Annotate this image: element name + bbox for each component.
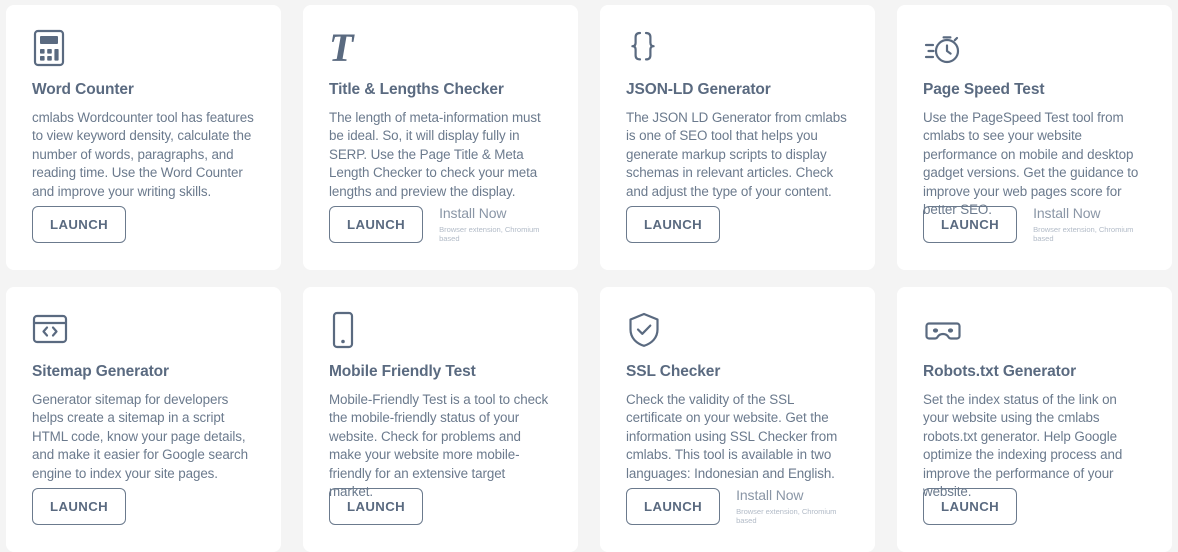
- tool-card-title-lengths-checker[interactable]: T Title & Lengths Checker The length of …: [303, 5, 578, 270]
- curly-braces-icon: [626, 29, 849, 71]
- launch-button[interactable]: LAUNCH: [923, 487, 1018, 525]
- install-now-subtitle: Browser extension, Chromium based: [439, 224, 540, 243]
- tool-card-ssl-checker[interactable]: SSL Checker Check the validity of the SS…: [600, 287, 875, 552]
- tool-card-robots-txt-generator[interactable]: Robots.txt Generator Set the index statu…: [897, 287, 1172, 552]
- code-window-icon: [32, 311, 255, 353]
- launch-button[interactable]: LAUNCH: [923, 205, 1018, 243]
- launch-button[interactable]: LAUNCH: [626, 487, 721, 525]
- install-now-title: Install Now: [1033, 205, 1101, 222]
- launch-button[interactable]: LAUNCH: [329, 487, 424, 525]
- install-now-title: Install Now: [736, 487, 804, 504]
- install-now-link[interactable]: Install Now Browser extension, Chromium …: [1033, 205, 1152, 243]
- serif-t-icon: T: [329, 25, 354, 70]
- tool-card-word-counter[interactable]: Word Counter cmlabs Wordcounter tool has…: [6, 5, 281, 270]
- shield-check-icon: [626, 311, 849, 353]
- card-actions: LAUNCH Install Now Browser extension, Ch…: [626, 487, 855, 525]
- card-actions: LAUNCH: [923, 487, 1152, 525]
- card-title: SSL Checker: [626, 363, 721, 380]
- tool-card-mobile-friendly-test[interactable]: Mobile Friendly Test Mobile-Friendly Tes…: [303, 287, 578, 552]
- card-actions: LAUNCH: [32, 205, 261, 243]
- calculator-icon: [32, 29, 255, 71]
- card-actions: LAUNCH: [329, 487, 558, 525]
- launch-button[interactable]: LAUNCH: [32, 205, 127, 243]
- launch-button[interactable]: LAUNCH: [626, 205, 721, 243]
- card-title: Word Counter: [32, 81, 134, 98]
- install-now-subtitle: Browser extension, Chromium based: [736, 506, 837, 525]
- install-now-link[interactable]: Install Now Browser extension, Chromium …: [439, 205, 558, 243]
- card-description: The JSON LD Generator from cmlabs is one…: [626, 109, 847, 199]
- install-now-title: Install Now: [439, 205, 507, 222]
- tool-card-json-ld-generator[interactable]: JSON-LD Generator The JSON LD Generator …: [600, 5, 875, 270]
- stopwatch-icon: [923, 29, 1146, 71]
- card-description: The length of meta-information must be i…: [329, 109, 541, 199]
- card-title: Mobile Friendly Test: [329, 363, 476, 380]
- tool-card-page-speed-test[interactable]: Page Speed Test Use the PageSpeed Test t…: [897, 5, 1172, 270]
- card-title: Robots.txt Generator: [923, 363, 1077, 380]
- card-description: Use the PageSpeed Test tool from cmlabs …: [923, 109, 1139, 218]
- tools-grid: Word Counter cmlabs Wordcounter tool has…: [0, 0, 1178, 552]
- card-actions: LAUNCH: [626, 205, 855, 243]
- card-title: Page Speed Test: [923, 81, 1045, 98]
- launch-button[interactable]: LAUNCH: [329, 205, 424, 243]
- tool-card-sitemap-generator[interactable]: Sitemap Generator Generator sitemap for …: [6, 287, 281, 552]
- card-actions: LAUNCH Install Now Browser extension, Ch…: [923, 205, 1152, 243]
- card-actions: LAUNCH Install Now Browser extension, Ch…: [329, 205, 558, 243]
- card-title: JSON-LD Generator: [626, 81, 771, 98]
- install-now-subtitle: Browser extension, Chromium based: [1033, 224, 1134, 243]
- card-title: Title & Lengths Checker: [329, 81, 504, 98]
- card-description: Set the index status of the link on your…: [923, 391, 1123, 500]
- install-now-link[interactable]: Install Now Browser extension, Chromium …: [736, 487, 855, 525]
- card-description: Generator sitemap for developers helps c…: [32, 391, 248, 481]
- card-actions: LAUNCH: [32, 487, 261, 525]
- mobile-phone-icon: [329, 311, 552, 353]
- card-description: cmlabs Wordcounter tool has features to …: [32, 109, 254, 199]
- robot-face-icon: [923, 311, 1146, 353]
- card-description: Check the validity of the SSL certificat…: [626, 391, 838, 481]
- launch-button[interactable]: LAUNCH: [32, 487, 127, 525]
- card-description: Mobile-Friendly Test is a tool to check …: [329, 391, 549, 500]
- card-title: Sitemap Generator: [32, 363, 169, 380]
